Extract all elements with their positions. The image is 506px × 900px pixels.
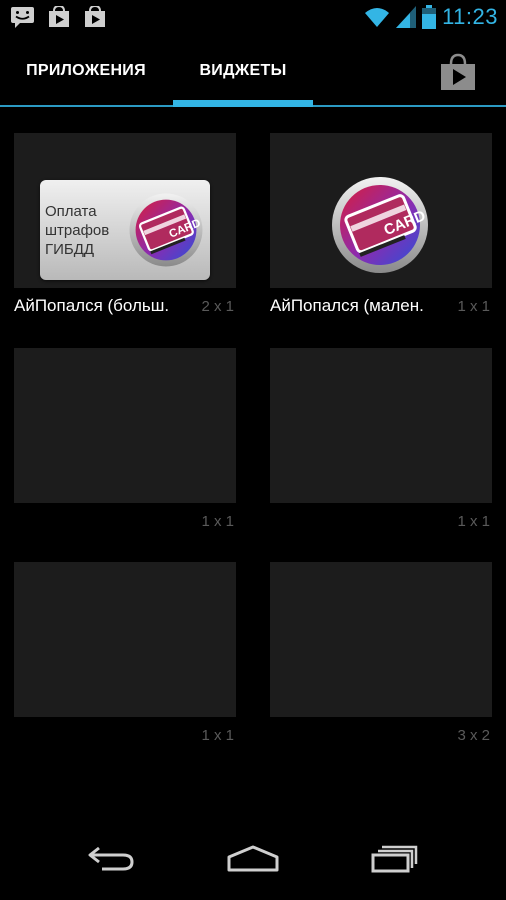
wifi-icon [365, 8, 390, 27]
back-icon [88, 846, 134, 871]
play-store-button[interactable] [438, 52, 478, 92]
widget-size: 1 x 1 [201, 513, 234, 530]
widget-size: 3 x 2 [457, 727, 490, 744]
signal-icon [396, 6, 417, 28]
play-store-icon [85, 6, 105, 27]
tab-apps[interactable]: ПРИЛОЖЕНИЯ [0, 36, 172, 106]
clock: 11:23 [442, 4, 498, 29]
system-icons: 11:23 [364, 4, 498, 30]
status-bar: 11:23 [0, 0, 506, 36]
widget-size: 1 x 1 [201, 727, 234, 744]
notification-icons [10, 6, 108, 28]
card-emblem-icon: CARD [129, 193, 203, 267]
widget-item[interactable]: CARD АйПопался (мален. 1 x 1 [270, 133, 492, 328]
widget-preview [270, 348, 492, 503]
recent-apps-button[interactable] [360, 834, 430, 884]
fines-widget-card: Оплата штрафов ГИБДД CARD [40, 180, 210, 280]
widget-preview: Оплата штрафов ГИБДД CARD [14, 133, 236, 288]
tab-divider [0, 105, 506, 107]
widget-size: 1 x 1 [457, 298, 490, 315]
battery-icon [422, 5, 437, 29]
widget-size: 1 x 1 [457, 513, 490, 530]
widget-preview-text: Оплата штрафов ГИБДД [45, 203, 110, 258]
home-button[interactable] [218, 834, 288, 884]
messaging-icon [11, 7, 34, 28]
widget-item[interactable]: 1 x 1 [270, 348, 492, 543]
tab-bar: ПРИЛОЖЕНИЯ ВИДЖЕТЫ [0, 36, 506, 107]
widget-item[interactable]: 3 x 2 [270, 562, 492, 757]
widget-item[interactable]: 1 x 1 [14, 562, 236, 757]
card-emblem-icon: CARD [332, 177, 428, 273]
widget-size: 2 x 1 [201, 298, 234, 315]
play-store-bag-icon [441, 53, 475, 90]
home-icon [227, 845, 279, 872]
widget-item[interactable]: 1 x 1 [14, 348, 236, 543]
widget-preview [14, 348, 236, 503]
tab-widgets[interactable]: ВИДЖЕТЫ [173, 36, 313, 106]
widget-preview [14, 562, 236, 717]
widget-preview [270, 562, 492, 717]
back-button[interactable] [77, 834, 147, 884]
widget-name: АйПопался (мален. [270, 296, 424, 315]
widget-name: АйПопался (больш. [14, 296, 170, 315]
widget-item[interactable]: Оплата штрафов ГИБДД CARD АйПопался (бол… [14, 133, 236, 328]
recent-apps-icon [371, 845, 418, 873]
play-store-icon [49, 6, 69, 27]
widget-preview: CARD [270, 133, 492, 288]
navigation-bar [0, 824, 506, 900]
